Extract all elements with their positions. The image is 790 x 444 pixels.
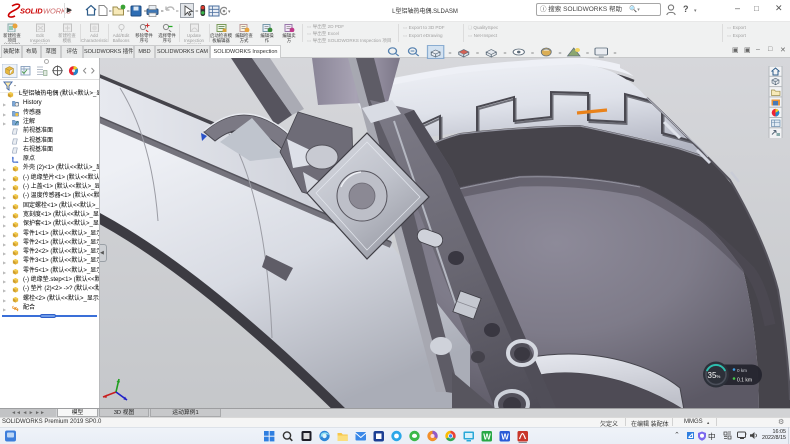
svg-text:W: W — [501, 433, 509, 442]
svg-text:0.1 km: 0.1 km — [737, 378, 752, 384]
svg-text:0 km: 0 km — [737, 368, 747, 373]
svg-text:W: W — [483, 433, 491, 442]
svg-text:SOLID: SOLID — [20, 7, 43, 16]
